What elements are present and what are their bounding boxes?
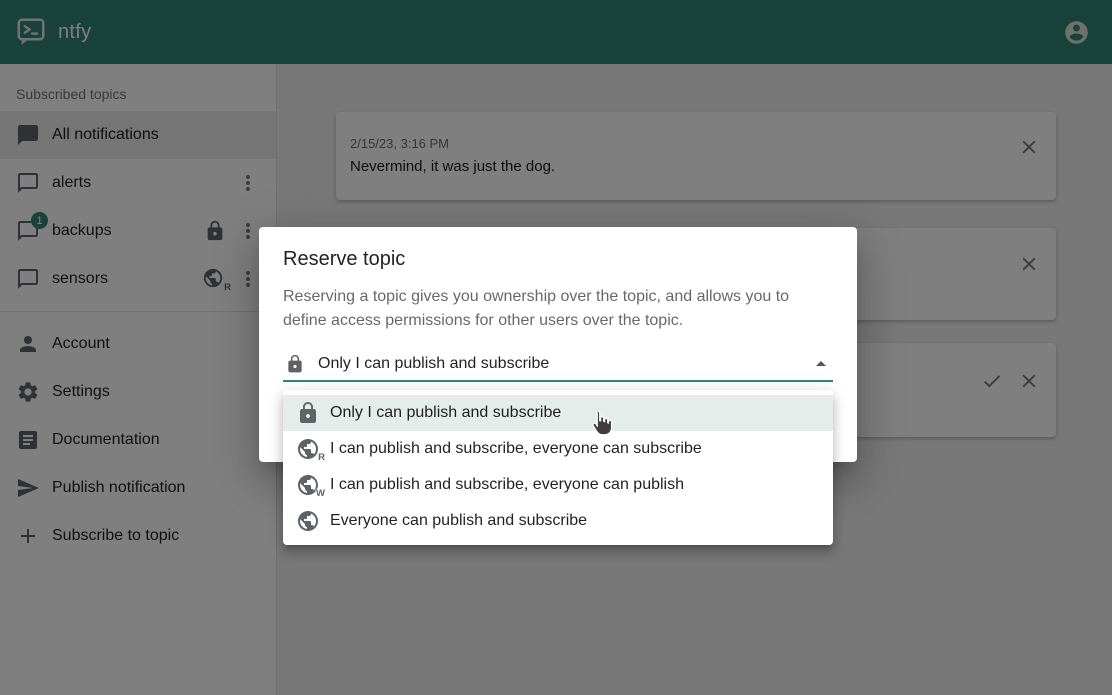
access-select[interactable]: Only I can publish and subscribe	[283, 348, 833, 382]
lock-icon	[285, 354, 305, 374]
hand-pointer-cursor	[586, 410, 614, 438]
lock-icon	[296, 401, 320, 425]
globe-write-icon: W	[296, 473, 320, 497]
menu-item-everyone-can-publish[interactable]: W I can publish and subscribe, everyone …	[283, 467, 833, 503]
menu-item-everyone-can-publish-and-subscribe[interactable]: Everyone can publish and subscribe	[283, 503, 833, 539]
globe-icon	[296, 509, 320, 533]
chevron-up-icon	[809, 352, 833, 376]
menu-item-label: Only I can publish and subscribe	[330, 404, 561, 422]
menu-item-label: I can publish and subscribe, everyone ca…	[330, 476, 684, 494]
select-value: Only I can publish and subscribe	[318, 355, 549, 373]
dialog-description: Reserving a topic gives you ownership ov…	[283, 285, 835, 333]
menu-item-everyone-can-subscribe[interactable]: R I can publish and subscribe, everyone …	[283, 431, 833, 467]
access-select-menu: Only I can publish and subscribe R I can…	[283, 390, 833, 545]
dialog-title: Reserve topic	[283, 248, 833, 271]
menu-item-label: I can publish and subscribe, everyone ca…	[330, 440, 702, 458]
menu-item-label: Everyone can publish and subscribe	[330, 512, 587, 530]
menu-item-only-i-can-publish[interactable]: Only I can publish and subscribe	[283, 395, 833, 431]
globe-read-icon: R	[296, 437, 320, 461]
